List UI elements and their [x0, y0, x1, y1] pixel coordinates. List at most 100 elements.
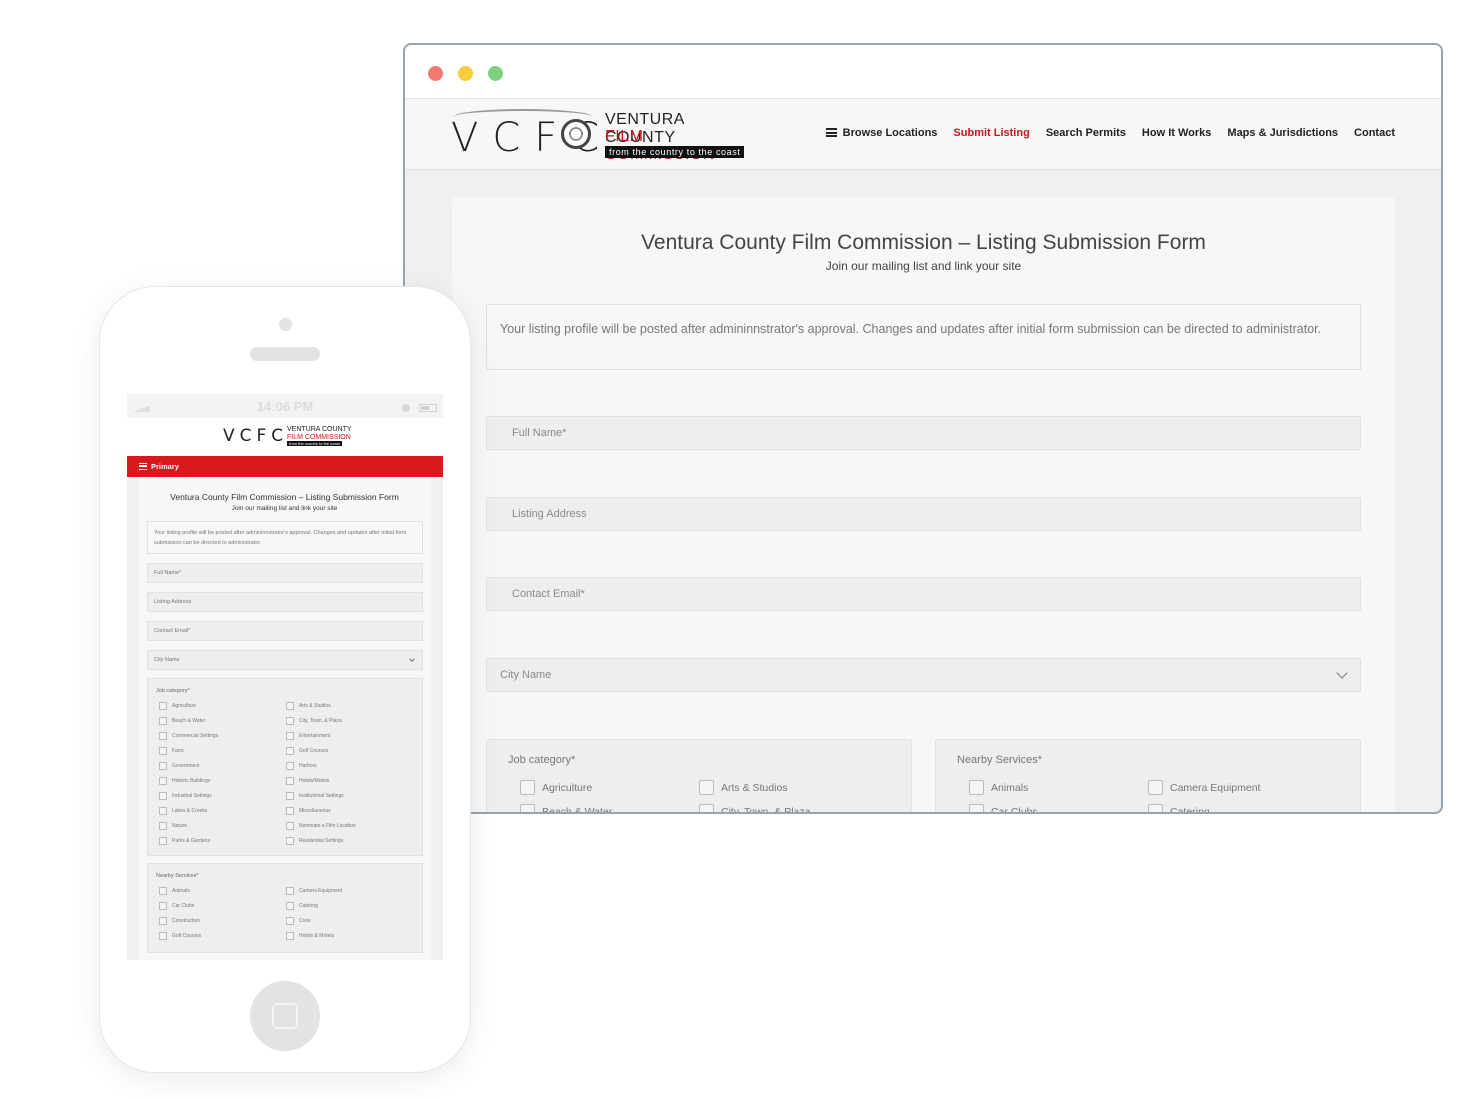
checkbox-city-town-plaza[interactable]: City, Town, & Plaza [699, 804, 811, 814]
checkbox-label: Commercial Settings [172, 733, 219, 739]
checkbox-animals[interactable]: Animals [969, 780, 1028, 795]
mobile-checkbox-item[interactable]: Hotels & Motels [286, 932, 334, 940]
checkbox-icon [520, 780, 535, 795]
listing-address-field[interactable]: Listing Address [486, 497, 1361, 531]
mobile-checkbox-item[interactable]: Institutional Settings [286, 792, 344, 800]
checkbox-icon [286, 777, 294, 785]
checkbox-catering[interactable]: Catering [1148, 804, 1210, 812]
job-category-label: Job category* [508, 754, 576, 766]
mobile-checkbox-item[interactable]: Historic Buildings [159, 777, 210, 785]
mobile-checkbox-item[interactable]: Animals [159, 887, 190, 895]
mobile-checkbox-item[interactable]: Miscellaneous [286, 807, 331, 815]
full-name-field[interactable]: Full Name* [486, 416, 1361, 450]
mobile-checkbox-item[interactable]: Car Clubs [159, 902, 194, 910]
city-name-value: City Name [500, 669, 552, 681]
nearby-services-label: Nearby Services* [957, 754, 1042, 766]
mobile-checkbox-item[interactable]: Government [159, 762, 200, 770]
mobile-checkbox-item[interactable]: Beach & Water [159, 717, 205, 725]
mobile-job-category-group: Job category* Agriculture Beach & Water Co… [147, 678, 423, 856]
checkbox-icon [286, 837, 294, 845]
desktop-browser-window: VCFC VENTURA COUNTY FILM COMMISSION from… [403, 43, 1443, 814]
checkbox-icon [286, 902, 294, 910]
mobile-checkbox-item[interactable]: Harbors [286, 762, 317, 770]
mobile-checkbox-item[interactable]: City, Town, & Plaza [286, 717, 342, 725]
checkbox-icon [286, 717, 294, 725]
vcfc-logo[interactable]: VCFC VENTURA COUNTY FILM COMMISSION from… [451, 109, 751, 163]
mobile-city-name-value: City Name [154, 657, 180, 663]
mobile-primary-menu-button[interactable]: Primary [127, 456, 443, 477]
hamburger-icon [825, 128, 837, 137]
checkbox-agriculture[interactable]: Agriculture [520, 780, 592, 795]
checkbox-icon [159, 717, 167, 725]
checkbox-arts-studios[interactable]: Arts & Studios [699, 780, 788, 795]
checkbox-icon [159, 917, 167, 925]
city-name-select[interactable]: City Name [486, 658, 1361, 692]
mobile-vcfc-logo[interactable]: VCFC VENTURA COUNTY FILM COMMISSION from… [223, 426, 353, 450]
site-header: VCFC VENTURA COUNTY FILM COMMISSION from… [405, 98, 1441, 170]
checkbox-label: City, Town, & Plaza [721, 805, 811, 814]
checkbox-label: Industrial Settings [172, 793, 212, 799]
minimize-window-icon[interactable] [458, 66, 473, 81]
checkbox-label: Hotels & Motels [299, 933, 335, 939]
approval-notice: Your listing profile will be posted afte… [486, 304, 1361, 370]
close-window-icon[interactable] [428, 66, 443, 81]
maximize-window-icon[interactable] [488, 66, 503, 81]
checkbox-beach-water[interactable]: Beach & Water [520, 804, 613, 814]
mobile-checkbox-item[interactable]: Nominate a Film Location [286, 822, 356, 830]
camera-icon [279, 318, 292, 331]
mobile-checkbox-item[interactable]: Nature [159, 822, 187, 830]
mobile-checkbox-item[interactable]: Industrial Settings [159, 792, 212, 800]
phone-device: 14:06 PM VCFC VENTURA COUNTY FILM COMMIS… [99, 286, 471, 1073]
checkbox-label: Crew [299, 918, 311, 924]
mockup-stage: VCFC VENTURA COUNTY FILM COMMISSION from… [0, 0, 1467, 1100]
mobile-logo-tagline: from the country to the coast [287, 441, 342, 446]
checkbox-icon [286, 807, 294, 815]
mobile-checkbox-item[interactable]: Hotels/Motels [286, 777, 329, 785]
mobile-checkbox-item[interactable]: Entertainment [286, 732, 330, 740]
checkbox-label: Arts & Studios [299, 703, 331, 709]
mobile-checkbox-item[interactable]: Lakes & Creeks [159, 807, 207, 815]
nav-label: Browse Locations [842, 127, 938, 139]
mobile-checkbox-item[interactable]: Golf Courses [286, 747, 328, 755]
mobile-checkbox-item[interactable]: Farm [159, 747, 184, 755]
checkbox-label: Construction [172, 918, 201, 924]
checkbox-car-clubs[interactable]: Car Clubs [969, 804, 1038, 812]
mobile-listing-address-field[interactable]: Listing Address [147, 592, 423, 612]
nav-browse-locations[interactable]: Browse Locations [825, 127, 938, 139]
mobile-full-name-field[interactable]: Full Name* [147, 563, 423, 583]
form-subtitle: Join our mailing list and link your site [825, 259, 1022, 273]
mobile-checkbox-item[interactable]: Residential Settings [286, 837, 343, 845]
checkbox-camera-equipment[interactable]: Camera Equipment [1148, 780, 1260, 795]
contact-email-field[interactable]: Contact Email* [486, 577, 1361, 611]
nav-maps-jurisdictions[interactable]: Maps & Jurisdictions [1227, 127, 1338, 139]
mobile-city-name-select[interactable]: City Name [147, 650, 423, 670]
film-reel-icon [561, 119, 591, 149]
home-button[interactable] [250, 981, 320, 1051]
mobile-checkbox-item[interactable]: Agriculture [159, 702, 196, 710]
mobile-contact-email-field[interactable]: Contact Email* [147, 621, 423, 641]
checkbox-label: Historic Buildings [172, 778, 211, 784]
mobile-checkbox-item[interactable]: Construction [159, 917, 200, 925]
job-category-group: Job category* Agriculture Arts & Studios… [486, 739, 912, 814]
checkbox-label: Entertainment [299, 733, 331, 739]
mobile-checkbox-item[interactable]: Parks & Gardens [159, 837, 210, 845]
checkbox-label: Lakes & Creeks [172, 808, 208, 814]
mobile-checkbox-item[interactable]: Camera Equipment [286, 887, 342, 895]
mobile-nearby-services-group: Nearby Services* Animals Car Clubs Constru… [147, 863, 423, 953]
mobile-checkbox-item[interactable]: Arts & Studios [286, 702, 331, 710]
mobile-checkbox-item[interactable]: Golf Courses [159, 932, 201, 940]
checkbox-label: Beach & Water [542, 805, 613, 814]
rotation-lock-icon [402, 404, 410, 412]
nav-how-it-works[interactable]: How It Works [1142, 127, 1211, 139]
checkbox-icon [159, 762, 167, 770]
checkbox-label: Residential Settings [299, 838, 344, 844]
nav-submit-listing[interactable]: Submit Listing [953, 127, 1029, 139]
nav-contact[interactable]: Contact [1354, 127, 1395, 139]
mobile-checkbox-item[interactable]: Commercial Settings [159, 732, 218, 740]
mobile-logo-line2: FILM COMMISSION [287, 434, 351, 441]
nav-search-permits[interactable]: Search Permits [1046, 127, 1126, 139]
mobile-checkbox-item[interactable]: Crew [286, 917, 311, 925]
mobile-checkbox-item[interactable]: Catering [286, 902, 318, 910]
checkbox-label: Miscellaneous [299, 808, 331, 814]
checkbox-label: Golf Courses [299, 748, 329, 754]
